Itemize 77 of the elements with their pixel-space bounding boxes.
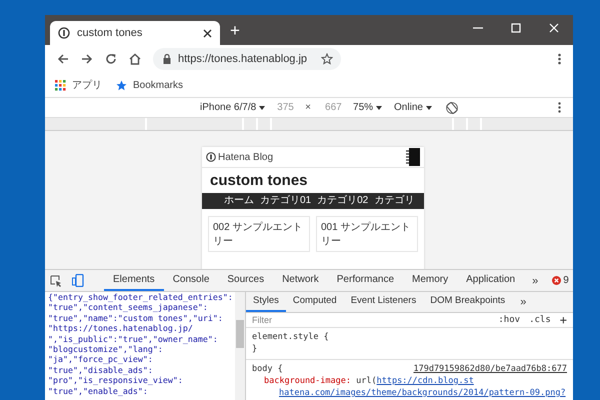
styles-tab[interactable]: Styles [246, 292, 286, 312]
home-icon[interactable] [129, 53, 141, 65]
inspect-icon[interactable] [50, 274, 62, 286]
more-tabs-button[interactable]: » [512, 296, 534, 308]
logo-icon [206, 152, 216, 162]
styles-tab[interactable]: DOM Breakpoints [423, 292, 512, 312]
bookmark-item[interactable]: アプリ [55, 78, 102, 92]
star-icon [116, 80, 127, 90]
css-declaration: background-image: url(https://cdn.blog.st [263, 375, 475, 387]
url-link[interactable]: https://cdn.blog.st [376, 376, 474, 386]
code-line: "true","disable_ads": [48, 364, 154, 376]
code-line: "pro","is_responsive_view": [48, 375, 184, 386]
close-icon[interactable] [203, 28, 212, 38]
new-tab-button[interactable]: + [220, 20, 250, 45]
devtools-tab[interactable]: Application [457, 270, 524, 291]
url-link[interactable]: hatena.com/images/theme/backgrounds/2014/pattern-09.png? [252, 387, 567, 399]
reload-icon[interactable] [105, 53, 117, 65]
entry-card[interactable]: 001 サンプルエントリー [316, 216, 418, 252]
entry-title: 001 サンプルエントリー [321, 222, 410, 247]
devtools-tab[interactable]: Sources [218, 270, 274, 291]
tab-title: custom tones [77, 27, 144, 39]
caret-icon [376, 104, 382, 110]
browser-tab[interactable]: custom tones [50, 21, 220, 45]
more-tabs-button[interactable]: » [524, 274, 546, 286]
styles-tab[interactable]: Event Listeners [344, 292, 424, 312]
rule-selector: element.style { [252, 331, 330, 343]
caret-icon [259, 104, 266, 110]
bookmark-item[interactable]: Bookmarks [116, 80, 184, 90]
code-line: "true","enable_ads": [48, 386, 149, 396]
new-rule-button[interactable]: + [560, 313, 567, 327]
entry-title: 002 サンプルエントリー [213, 222, 302, 247]
url-text: https://tones.hatenablog.jp [178, 53, 308, 65]
class-button[interactable]: .cls [529, 315, 551, 325]
nav-link[interactable]: カテゴリ [374, 195, 414, 207]
device-icon[interactable] [72, 274, 84, 287]
nav-link[interactable]: カテゴリ02 [317, 195, 368, 207]
code-line: "https://tones.hatenablog.jp/ [48, 323, 194, 334]
code-line: "true","content_seems_japanese": [48, 302, 209, 313]
notebook-icon [406, 148, 420, 166]
code-line: "true","name":"custom tones","uri": [48, 312, 224, 324]
styles-tab[interactable]: Computed [286, 292, 344, 312]
source-link[interactable]: 179d79159862d80/be7aad76b8:677 [413, 363, 567, 375]
more-vertical-icon[interactable] [558, 102, 561, 113]
rotate-icon[interactable] [446, 102, 458, 114]
code-line: ","is_public":"true","owner_name": [48, 334, 219, 344]
nav-link[interactable]: ホーム [224, 195, 254, 207]
devtools-tab[interactable]: Console [164, 270, 218, 291]
back-arrow-icon[interactable] [57, 53, 69, 65]
device-dropdown[interactable]: iPhone 6/7/8 [200, 102, 266, 113]
devtools-tab[interactable]: Performance [328, 270, 404, 291]
devtools-tab[interactable]: Elements [104, 270, 164, 291]
blog-title: custom tones [209, 171, 309, 191]
blog-logo: Hatena Blog [206, 152, 274, 162]
rule-selector: body { [252, 363, 283, 375]
scrollbar[interactable] [235, 292, 245, 400]
hover-state-button[interactable]: :hov [498, 315, 520, 325]
zoom-dropdown[interactable]: 75% [353, 102, 382, 113]
forward-arrow-icon[interactable] [81, 53, 93, 65]
address-bar[interactable]: https://tones.hatenablog.jp [153, 48, 341, 70]
lock-icon [163, 54, 171, 64]
code-line: "ja","force_pc_view": [48, 354, 154, 365]
caret-icon [426, 104, 432, 110]
maximize-icon[interactable] [511, 23, 521, 33]
devtools-tab[interactable]: Memory [403, 270, 458, 291]
code-line: {"entry_show_footer_related_entries": [48, 292, 234, 302]
times-sign: × [305, 102, 312, 113]
error-icon [552, 276, 562, 285]
star-icon[interactable] [321, 53, 333, 65]
entry-card[interactable]: 002 サンプルエントリー [208, 216, 310, 252]
error-count[interactable]: 9 [552, 275, 569, 286]
network-dropdown[interactable]: Online [394, 102, 432, 113]
code-line: "blogcustomize","lang": [48, 344, 164, 354]
devtools-tab[interactable]: Network [273, 270, 328, 291]
nav-link[interactable]: カテゴリ01 [260, 195, 312, 207]
more-vertical-icon[interactable] [558, 53, 561, 65]
apps-grid-icon [55, 80, 66, 90]
rule-brace: } [252, 343, 258, 355]
